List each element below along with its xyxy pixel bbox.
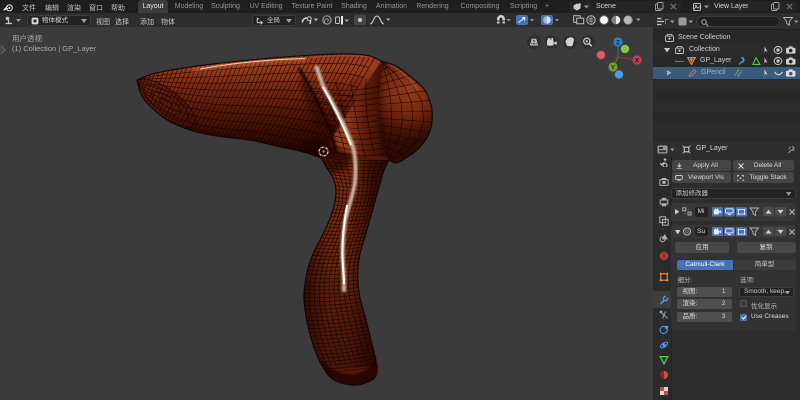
svg-text:Z: Z bbox=[616, 40, 620, 47]
svg-text:X: X bbox=[635, 58, 640, 65]
svg-text:Y: Y bbox=[611, 65, 616, 72]
